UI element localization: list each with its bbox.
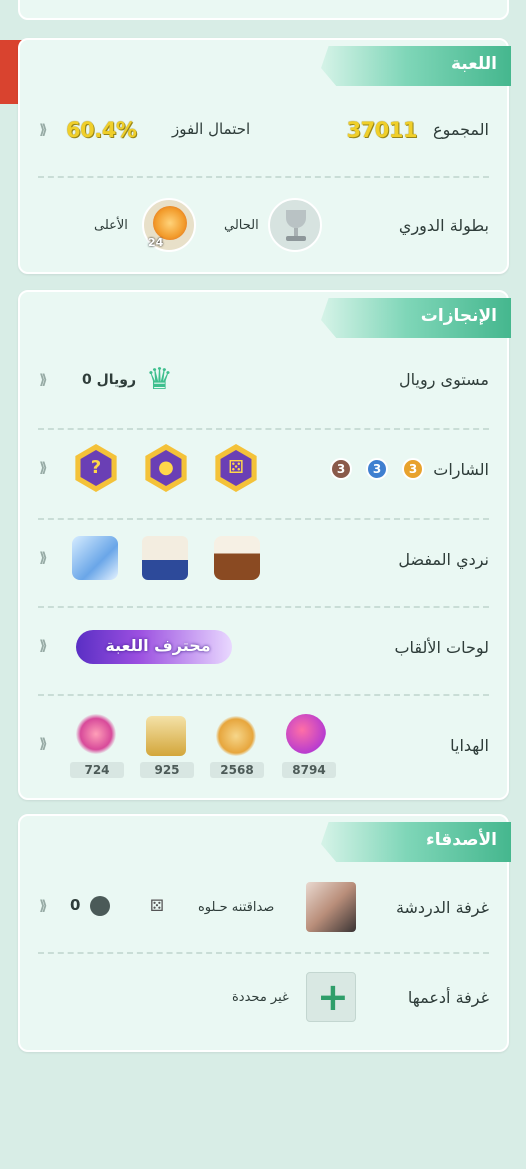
favorite-dice-label: نردي المفضل	[398, 550, 489, 569]
crystal-dice-icon[interactable]	[72, 536, 118, 580]
title-plates-label: لوحات الألقاب	[394, 638, 489, 657]
gold-rank-icon[interactable]: 24	[142, 198, 196, 252]
highest-label: الأعلى	[94, 218, 128, 233]
friends-card-title: الأصدقاء	[426, 830, 497, 850]
total-value: 37011	[346, 118, 417, 142]
chat-room-name: صداقتنه حـلوه	[198, 900, 275, 915]
royal-level-value: رويال 0	[82, 372, 137, 388]
add-support-room-button[interactable]: +	[306, 972, 356, 1022]
current-label: الحالي	[224, 218, 259, 233]
divider	[38, 428, 489, 430]
crown-icon: ♛	[146, 362, 173, 397]
chat-room-label: غرفة الدردشة	[395, 898, 489, 917]
title-plate-text: محترف اللعبة	[105, 636, 211, 655]
chevron-icon[interactable]: ⟩⟩	[39, 736, 55, 754]
divider	[38, 606, 489, 608]
balloon-gift-icon[interactable]	[286, 714, 326, 754]
game-card-title: اللعبة	[451, 54, 497, 74]
top-card-partial	[18, 0, 509, 20]
gifts-label: الهدايا	[450, 736, 489, 755]
game-card-header: اللعبة	[321, 46, 511, 86]
gift-count-balloon: 8794	[282, 762, 336, 778]
table-dice-icon[interactable]	[142, 536, 188, 580]
coffee-gift-icon[interactable]	[216, 716, 256, 756]
chat-online-count: 0	[70, 896, 81, 914]
divider	[38, 176, 489, 178]
chevron-icon[interactable]: ⟩⟩	[39, 550, 55, 568]
support-room-value: غير محددة	[232, 990, 289, 1005]
achievements-card: الإنجازات مستوى رويال ♛ رويال 0 ⟩⟩ الشار…	[18, 290, 511, 800]
user-icon	[90, 896, 110, 916]
chevron-icon[interactable]: ⟩⟩	[39, 638, 55, 656]
league-label: بطولة الدوري	[398, 216, 489, 235]
dice-badge-icon[interactable]: ⚄	[215, 444, 257, 492]
divider	[38, 694, 489, 696]
badges-label: الشارات	[433, 460, 489, 479]
chevron-icon[interactable]: ⟩⟩	[39, 372, 55, 390]
gift-count-coffee: 2568	[210, 762, 264, 778]
lollipop-gift-icon[interactable]	[76, 714, 116, 754]
support-room-label: غرفة أدعمها	[407, 988, 489, 1007]
badge-count-gold: 3	[402, 458, 424, 480]
royal-level-label: مستوى رويال	[399, 370, 489, 389]
divider	[38, 952, 489, 954]
win-chance-value: 60.4%	[66, 118, 137, 142]
cake-dice-icon[interactable]	[214, 536, 260, 580]
gift-count-lollipop: 724	[70, 762, 124, 778]
mystery-badge-icon[interactable]: ?	[75, 444, 117, 492]
chat-room-avatar[interactable]	[306, 882, 356, 932]
game-card: اللعبة المجموع 37011 احتمال الفوز 60.4% …	[18, 38, 511, 274]
win-chance-label: احتمال الفوز	[172, 120, 251, 138]
chevron-icon[interactable]: ⟩⟩	[39, 898, 55, 916]
achievements-card-header: الإنجازات	[321, 298, 511, 338]
achievements-card-title: الإنجازات	[420, 306, 497, 326]
total-label: المجموع	[433, 120, 489, 139]
gift-count-calligraphy: 925	[140, 762, 194, 778]
friends-card-header: الأصدقاء	[321, 822, 511, 862]
chevron-icon[interactable]: ⟩⟩	[39, 122, 55, 140]
dice-icon: ⚄	[150, 896, 164, 915]
silver-trophy-icon[interactable]	[268, 198, 322, 252]
divider	[38, 518, 489, 520]
friends-card: الأصدقاء غرفة الدردشة صداقتنه حـلوه ⚄ 0 …	[18, 814, 511, 1052]
badge-count-bronze: 3	[330, 458, 352, 480]
highest-level-value: 24	[148, 236, 164, 249]
calligraphy-gift-icon[interactable]	[146, 716, 186, 756]
badge-count-blue: 3	[366, 458, 388, 480]
coin-badge-icon[interactable]: ●	[145, 444, 187, 492]
chevron-icon[interactable]: ⟩⟩	[39, 460, 55, 478]
plus-icon: +	[317, 975, 349, 1019]
